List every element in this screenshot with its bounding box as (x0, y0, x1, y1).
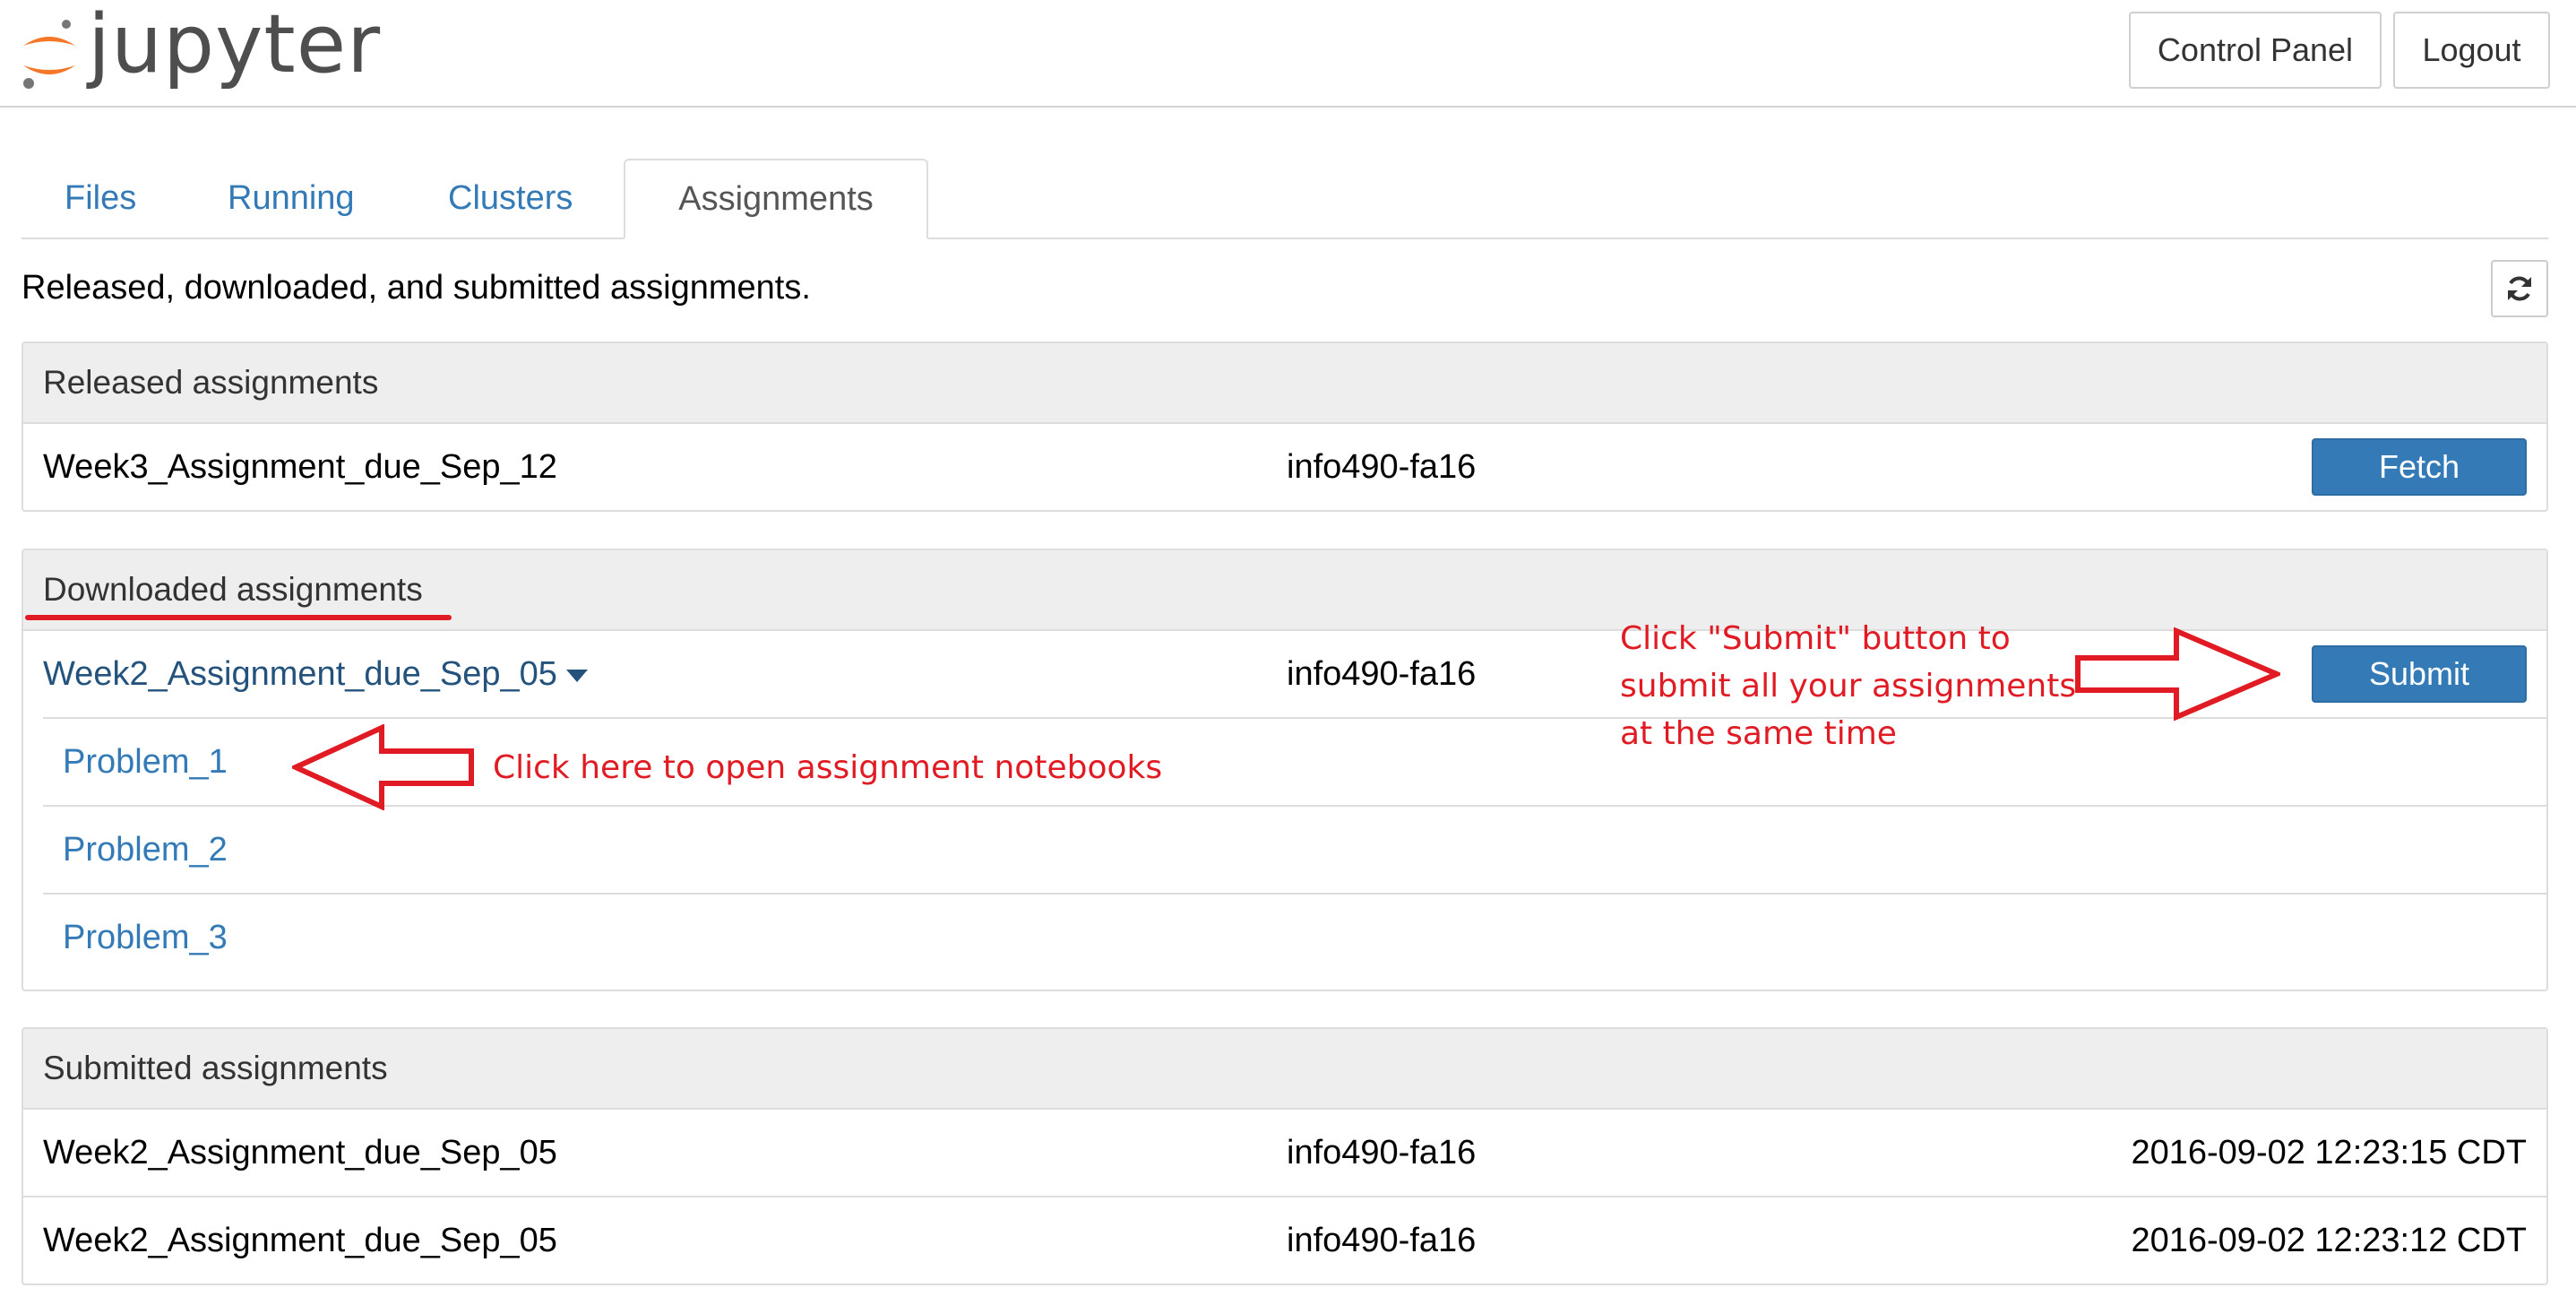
logo-text: jupyter (88, 0, 382, 91)
refresh-button[interactable] (2491, 260, 2548, 317)
table-row: Week3_Assignment_due_Sep_12 info490-fa16… (23, 422, 2546, 510)
jupyter-assignments-page: jupyter Control Panel Logout Files Runni… (0, 0, 2576, 1314)
list-item: Problem_2 (43, 805, 2546, 893)
fetch-button[interactable]: Fetch (2312, 438, 2527, 496)
course-id: info490-fa16 (1287, 1221, 1477, 1259)
table-row: Week2_Assignment_due_Sep_05 info490-fa16… (23, 1108, 2546, 1196)
annotation-underline (25, 615, 452, 620)
jupyter-logo[interactable]: jupyter (20, 4, 381, 99)
refresh-icon (2508, 276, 2531, 301)
assignment-name: Week3_Assignment_due_Sep_12 (43, 447, 557, 486)
notebook-annotation-text: Click here to open assignment notebooks (493, 749, 1163, 786)
submitted-assignments-panel: Submitted assignments Week2_Assignment_d… (22, 1027, 2548, 1285)
tab-bar: Files Running Clusters Assignments (22, 159, 2548, 239)
jupyter-logo-icon (23, 20, 75, 89)
notebook-link-problem-3[interactable]: Problem_3 (63, 895, 228, 981)
control-panel-button[interactable]: Control Panel (2129, 12, 2382, 89)
left-arrow-annotation-icon (292, 724, 474, 810)
submitted-assignments-heading: Submitted assignments (23, 1029, 2546, 1108)
notebook-link-problem-1[interactable]: Problem_1 (63, 719, 228, 805)
course-id: info490-fa16 (1287, 1133, 1477, 1171)
submit-annotation-line-1: Click "Submit" button to (1620, 620, 2011, 657)
submit-annotation-line-2: submit all your assignments (1620, 668, 2077, 705)
released-assignments-heading: Released assignments (23, 343, 2546, 422)
notebook-link-problem-2[interactable]: Problem_2 (63, 807, 228, 893)
tab-running[interactable]: Running (228, 159, 355, 238)
logout-button[interactable]: Logout (2393, 12, 2550, 89)
submission-timestamp: 2016-09-02 12:23:12 CDT (2131, 1221, 2527, 1259)
course-id: info490-fa16 (1287, 447, 1477, 486)
assignment-name: Week2_Assignment_due_Sep_05 (43, 1221, 557, 1259)
released-assignments-panel: Released assignments Week3_Assignment_du… (22, 341, 2548, 512)
caret-down-icon[interactable] (565, 670, 588, 682)
course-id: info490-fa16 (1287, 654, 1477, 693)
list-item: Problem_3 (43, 893, 2546, 990)
assignment-toggle[interactable]: Week2_Assignment_due_Sep_05 (43, 631, 588, 717)
submission-timestamp: 2016-09-02 12:23:15 CDT (2131, 1133, 2527, 1171)
right-arrow-annotation-icon (2075, 627, 2280, 721)
tab-clusters[interactable]: Clusters (448, 159, 573, 238)
submit-button[interactable]: Submit (2312, 645, 2527, 703)
tab-files[interactable]: Files (65, 159, 136, 238)
assignment-name: Week2_Assignment_due_Sep_05 (43, 1133, 557, 1171)
submit-annotation-line-3: at the same time (1620, 715, 1897, 752)
assignment-name[interactable]: Week2_Assignment_due_Sep_05 (43, 655, 557, 694)
table-row: Week2_Assignment_due_Sep_05 info490-fa16… (23, 1196, 2546, 1284)
page-description: Released, downloaded, and submitted assi… (22, 269, 811, 307)
header-bar: jupyter Control Panel Logout (0, 0, 2576, 108)
tab-assignments[interactable]: Assignments (624, 159, 928, 239)
submit-annotation-text: Click "Submit" button to submit all your… (1620, 615, 2076, 757)
